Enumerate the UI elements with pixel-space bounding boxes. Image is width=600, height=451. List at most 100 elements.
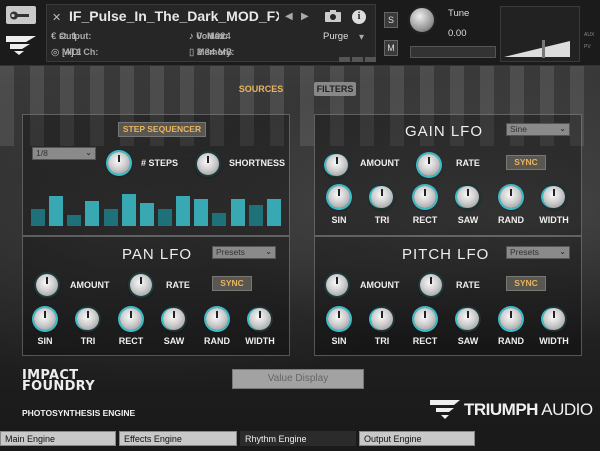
chevron-down-icon: ⌄ <box>559 247 566 256</box>
sequencer-step[interactable] <box>231 199 245 226</box>
sequencer-step[interactable] <box>249 205 263 226</box>
gain-lfo-sin-knob[interactable] <box>328 186 350 208</box>
gain-shape-select[interactable]: Sine ⌄ <box>506 123 570 136</box>
volume-slider[interactable] <box>504 40 570 58</box>
pitch-lfo-width-knob[interactable] <box>543 308 565 330</box>
pitch-lfo-rect-knob[interactable] <box>414 308 436 330</box>
pitch-lfo-sin-knob[interactable] <box>328 308 350 330</box>
pitch-lfo-width-label: WIDTH <box>539 336 569 346</box>
instrument-name[interactable]: IF_Pulse_In_The_Dark_MOD_FX_M <box>69 8 279 24</box>
kontakt-logo-icon <box>4 32 38 58</box>
pitch-lfo-rand-knob[interactable] <box>500 308 522 330</box>
pan-slider[interactable] <box>410 46 496 58</box>
pitch-presets-select[interactable]: Presets ⌄ <box>506 246 570 259</box>
solo-button[interactable]: S <box>384 12 398 28</box>
sequencer-step[interactable] <box>49 196 63 226</box>
pan-presets-select[interactable]: Presets ⌄ <box>212 246 276 259</box>
sequencer-step[interactable] <box>267 199 281 226</box>
sequencer-step[interactable] <box>31 209 45 226</box>
midi-row[interactable]: ◎ MIDI Ch: [A] 1 <box>51 47 98 58</box>
pitch-lfo-sin-label: SIN <box>331 336 347 346</box>
triumph-audio-logo: TRIUMPH AUDIO <box>430 398 593 425</box>
instrument-body: SOURCES FILTERS STEP SEQUENCER 1/8 ⌄ # ST… <box>0 66 600 428</box>
pan-rate-knob[interactable] <box>130 274 152 296</box>
pitch-lfo-tri-knob[interactable] <box>371 308 393 330</box>
step-sequencer-button[interactable]: STEP SEQUENCER <box>118 122 206 137</box>
tune-label: Tune <box>448 8 470 19</box>
gain-sync-button[interactable]: SYNC <box>506 155 546 170</box>
voices-icon: ♪ <box>189 31 194 42</box>
sequencer-step[interactable] <box>85 201 99 226</box>
gain-lfo-width-knob[interactable] <box>543 186 565 208</box>
output-label: Output: <box>58 31 92 41</box>
pan-lfo-rect-knob[interactable] <box>120 308 142 330</box>
instrument-header-panel: ✕ IF_Pulse_In_The_Dark_MOD_FX_M ◀ ▶ i € … <box>46 4 376 62</box>
info-icon[interactable]: i <box>352 10 366 24</box>
sequencer-step[interactable] <box>176 196 190 226</box>
close-icon[interactable]: ✕ <box>52 11 61 24</box>
mute-button[interactable]: M <box>384 40 398 56</box>
pitch-lfo-title: PITCH LFO <box>402 246 490 263</box>
engine-name: PHOTOSYNTHESIS ENGINE <box>22 408 136 418</box>
pitch-lfo-rand-label: RAND <box>498 336 524 346</box>
tab-main-engine[interactable]: Main Engine <box>0 431 116 446</box>
tab-sources[interactable]: SOURCES <box>237 82 285 96</box>
pitch-amount-label: AMOUNT <box>360 280 400 290</box>
value-display: Value Display <box>232 369 364 389</box>
pan-lfo-rand-label: RAND <box>204 336 230 346</box>
kontakt-header: ✕ IF_Pulse_In_The_Dark_MOD_FX_M ◀ ▶ i € … <box>0 0 600 66</box>
pitch-rate-knob[interactable] <box>420 274 442 296</box>
rate-select[interactable]: 1/8 ⌄ <box>32 147 96 160</box>
memory-icon: ▯ <box>189 47 195 58</box>
pitch-lfo-saw-knob[interactable] <box>457 308 479 330</box>
triumph-logo-icon <box>430 400 460 419</box>
gain-lfo-rand-knob[interactable] <box>500 186 522 208</box>
sequencer-step[interactable] <box>104 209 118 226</box>
gain-amount-knob[interactable] <box>326 154 348 176</box>
pan-lfo-tri-knob[interactable] <box>77 308 99 330</box>
prev-instrument-icon[interactable]: ◀ <box>285 11 293 22</box>
steps-knob[interactable] <box>108 152 130 174</box>
wrench-icon[interactable] <box>6 6 36 24</box>
sequencer-step[interactable] <box>212 213 226 226</box>
step-grid[interactable] <box>30 188 284 226</box>
rate-value: 1/8 <box>36 148 48 158</box>
output-row[interactable]: € Output: st. 1 <box>51 31 91 42</box>
gain-lfo-sin-label: SIN <box>331 215 347 225</box>
pan-lfo-rand-knob[interactable] <box>206 308 228 330</box>
tune-knob[interactable] <box>408 6 436 34</box>
gain-rate-knob[interactable] <box>418 154 440 176</box>
pan-sync-button[interactable]: SYNC <box>212 276 252 291</box>
pitch-sync-button[interactable]: SYNC <box>506 276 546 291</box>
sequencer-step[interactable] <box>194 199 208 226</box>
pan-lfo-saw-knob[interactable] <box>163 308 185 330</box>
gain-lfo-width-label: WIDTH <box>539 215 569 225</box>
tab-effects-engine[interactable]: Effects Engine <box>119 431 237 446</box>
pv-label: PV <box>584 44 591 50</box>
tab-output-engine[interactable]: Output Engine <box>359 431 475 446</box>
tab-filters[interactable]: FILTERS <box>314 82 356 96</box>
pan-amount-knob[interactable] <box>36 274 58 296</box>
gain-lfo-title: GAIN LFO <box>405 123 484 140</box>
midi-icon: ◎ <box>51 47 60 58</box>
next-instrument-icon[interactable]: ▶ <box>301 11 309 22</box>
sequencer-step[interactable] <box>122 194 136 226</box>
pitch-amount-knob[interactable] <box>326 274 348 296</box>
pitch-rate-label: RATE <box>456 280 480 290</box>
pan-lfo-width-knob[interactable] <box>249 308 271 330</box>
gain-lfo-rect-knob[interactable] <box>414 186 436 208</box>
shortness-knob[interactable] <box>197 153 219 175</box>
gain-lfo-tri-knob[interactable] <box>371 186 393 208</box>
sequencer-step[interactable] <box>158 209 172 226</box>
engine-tab-bar: Main Engine Effects Engine Rhythm Engine… <box>0 428 600 451</box>
tab-rhythm-engine[interactable]: Rhythm Engine <box>240 431 356 446</box>
camera-icon[interactable] <box>325 10 341 22</box>
purge-dropdown[interactable]: Purge <box>323 31 348 42</box>
gain-lfo-saw-knob[interactable] <box>457 186 479 208</box>
voices-row: ♪ Voices: 0 Max: 1024 <box>189 31 231 42</box>
sequencer-step[interactable] <box>67 215 81 226</box>
pan-lfo-sin-knob[interactable] <box>34 308 56 330</box>
pitch-lfo-tri-label: TRI <box>374 336 390 346</box>
purge-chevron-icon[interactable]: ▾ <box>359 32 364 43</box>
sequencer-step[interactable] <box>140 203 154 226</box>
